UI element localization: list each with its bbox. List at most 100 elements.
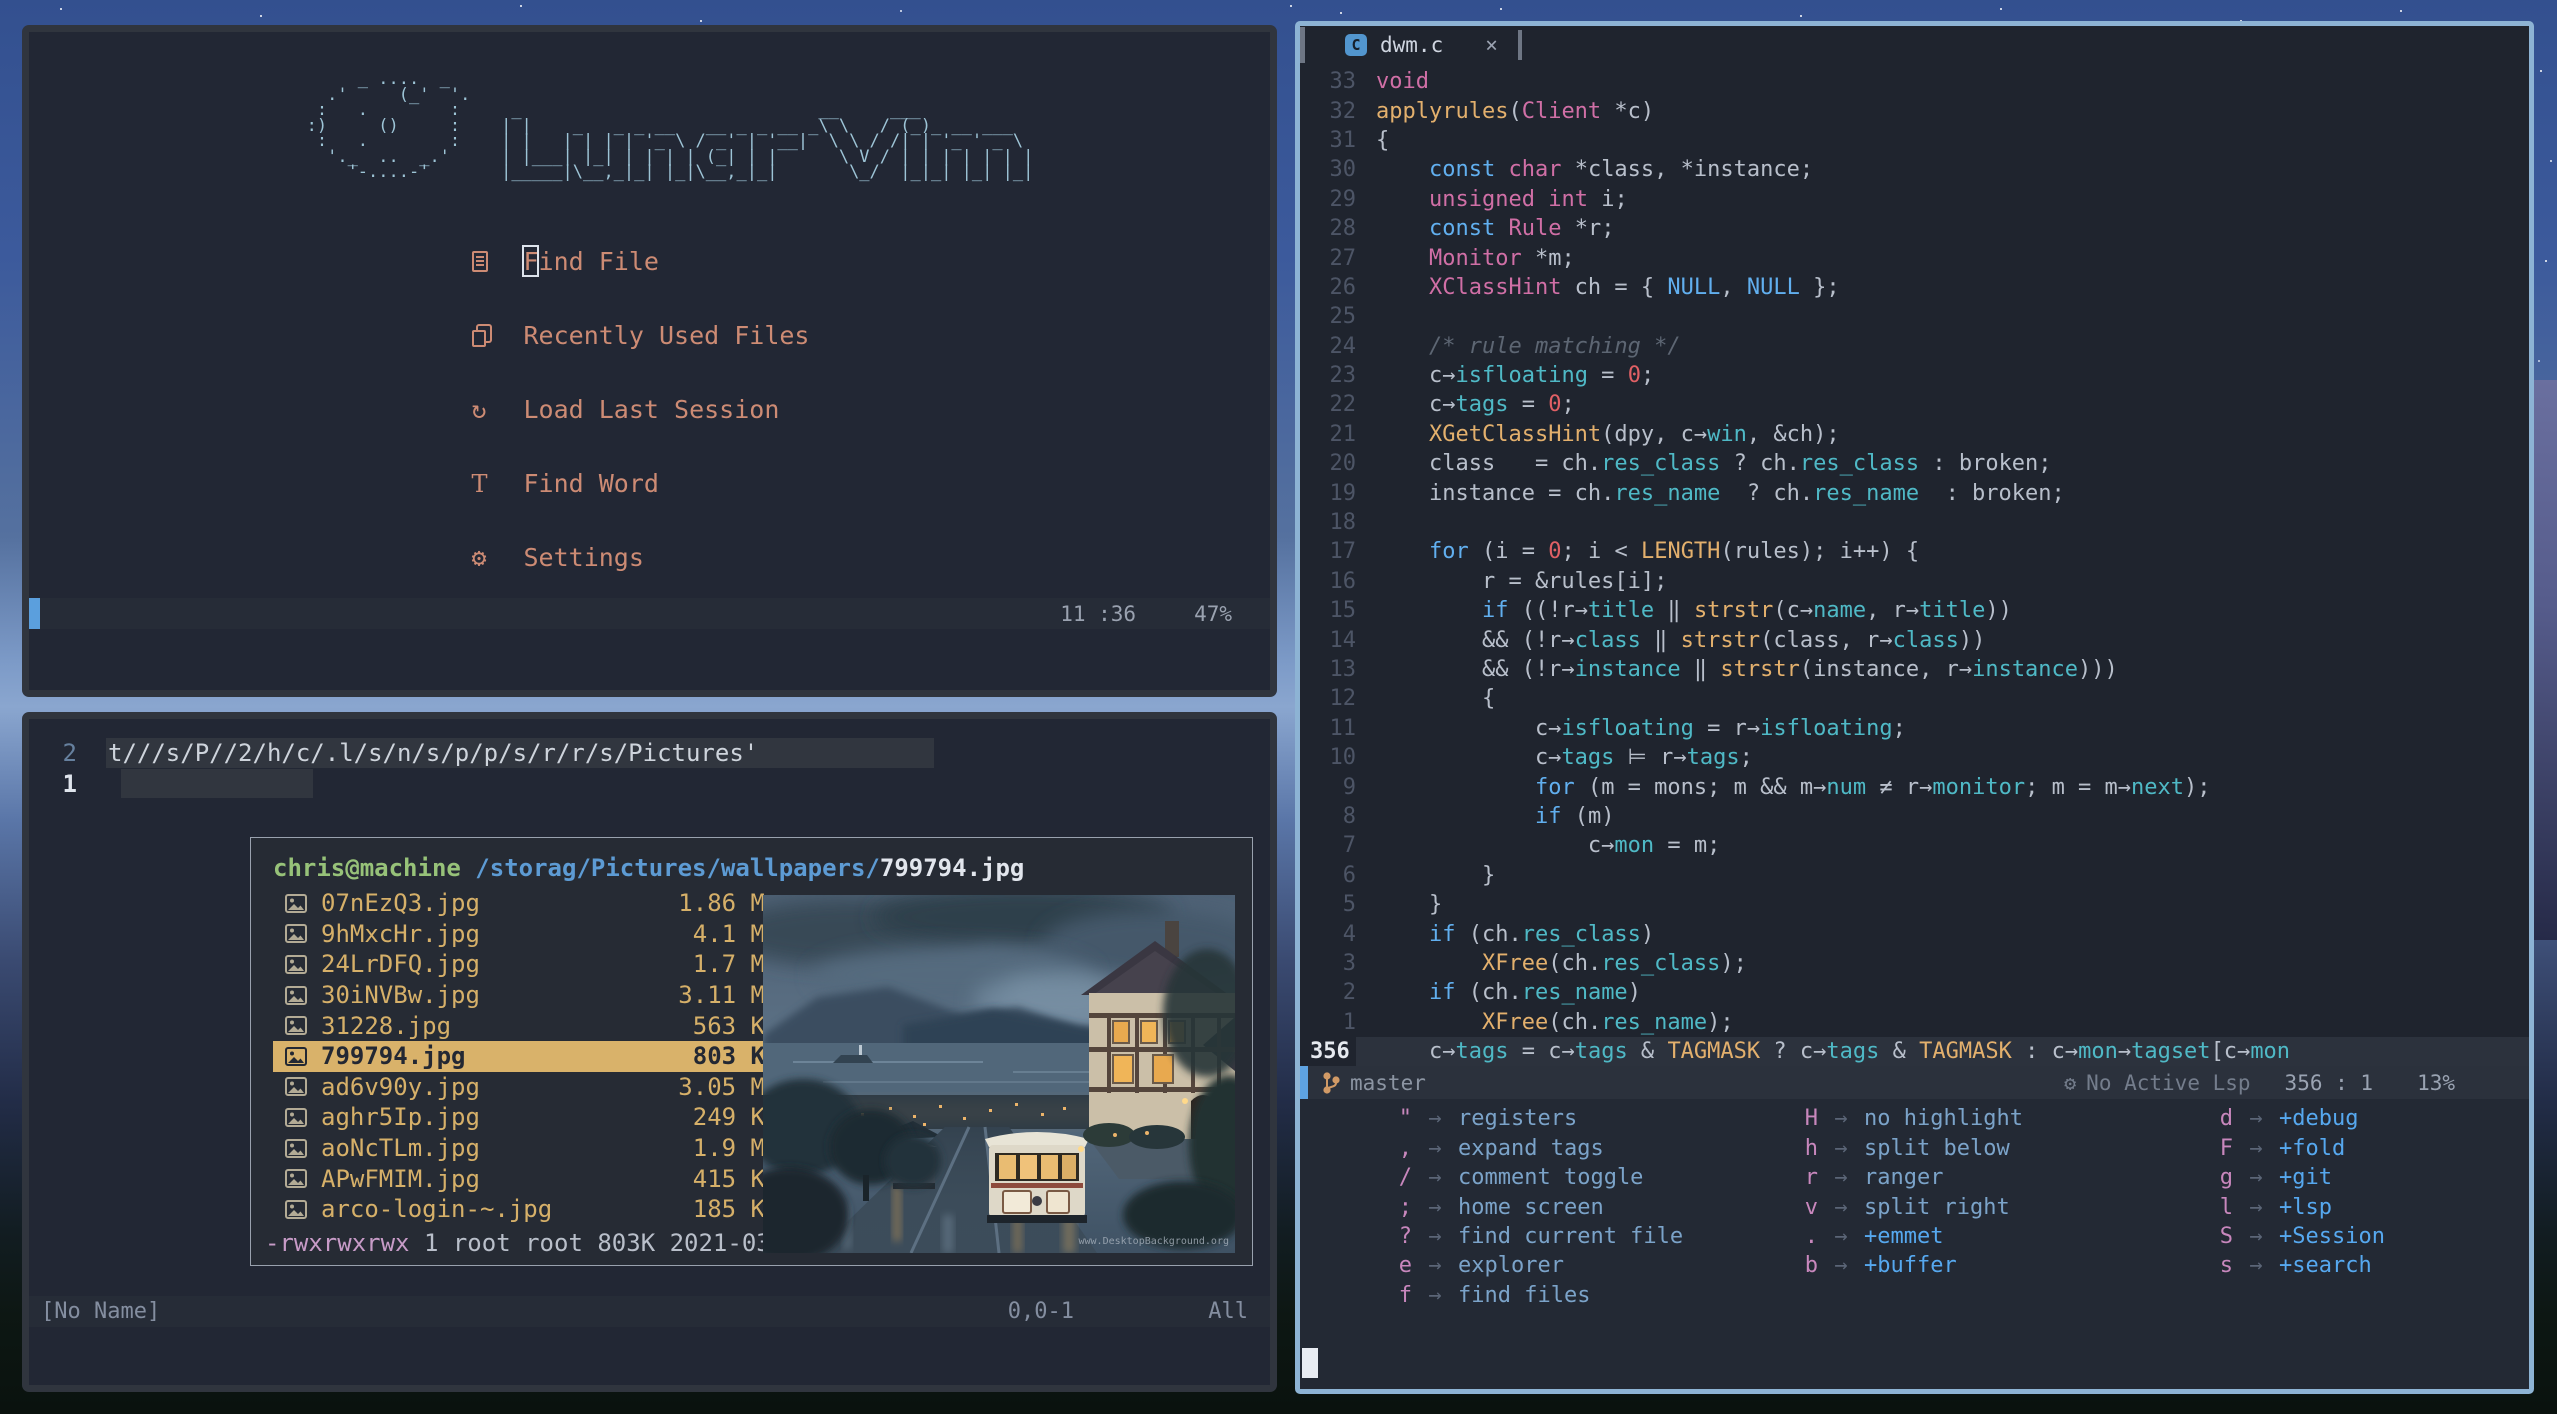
whichkey-binding[interactable]: h → split below <box>1742 1134 2023 1163</box>
whichkey-binding[interactable]: f → find files <box>1336 1281 1683 1310</box>
buffer-line-current[interactable]: 1 <box>29 768 1270 799</box>
close-icon[interactable]: × <box>1485 33 1498 57</box>
code-line[interactable]: 8 if (m) <box>1300 802 2529 831</box>
file-list-item[interactable]: 31228.jpg 563 K <box>273 1010 775 1041</box>
code-line[interactable]: 29 unsigned int i; <box>1300 185 2529 214</box>
code-line[interactable]: 30 const char *class, *instance; <box>1300 155 2529 184</box>
code-line[interactable]: 1 XFree (ch. res_name); <box>1300 1008 2529 1037</box>
whichkey-binding[interactable]: v → split right <box>1742 1192 2023 1221</box>
code-line[interactable]: 5 } <box>1300 890 2529 919</box>
code-line[interactable]: 18 <box>1300 508 2529 537</box>
whichkey-binding[interactable]: F → +fold <box>2157 1134 2385 1163</box>
code-line[interactable]: 7 c→ mon = m; <box>1300 831 2529 860</box>
whichkey-label: expand tags <box>1458 1135 1604 1161</box>
whichkey-binding[interactable]: ? → find current file <box>1336 1222 1683 1251</box>
file-list-item[interactable]: 30iNVBw.jpg 3.11 M <box>273 980 775 1011</box>
code-line[interactable]: 24 /* rule matching */ <box>1300 332 2529 361</box>
whichkey-binding[interactable]: S → +Session <box>2157 1222 2385 1251</box>
file-name: APwFMIM.jpg <box>321 1164 480 1193</box>
file-list-item[interactable]: aoNcTLm.jpg 1.9 M <box>273 1133 775 1164</box>
code-line[interactable]: 11 c→ isfloating = r→ isfloating; <box>1300 714 2529 743</box>
code-text: c→ tags = c→ tags & TAGMASK ? c→ tags & TAG… <box>1356 1036 2529 1067</box>
whichkey-key: e <box>1398 1253 1412 1279</box>
code-line[interactable]: 14 && (!r→ class ‖ strstr (class, r→ class)… <box>1300 625 2529 654</box>
file-list-item[interactable]: 9hMxcHr.jpg 4.1 M <box>273 919 775 950</box>
line-number: 7 <box>1342 833 1356 859</box>
whichkey-binding[interactable]: g → +git <box>2157 1163 2385 1192</box>
whichkey-binding[interactable]: b → +buffer <box>1742 1251 2023 1280</box>
directory-path: /storag/Pictures/wallpapers/ <box>475 854 880 882</box>
file-list-item[interactable]: aghr5Ip.jpg 249 K <box>273 1102 775 1133</box>
whichkey-binding[interactable]: l → +lsp <box>2157 1192 2385 1221</box>
code-line[interactable]: 10 c→ tags ⊨ r→ tags; <box>1300 743 2529 772</box>
line-number: 4 <box>1342 921 1356 947</box>
line-number: 2 <box>1342 980 1356 1006</box>
code-text: const Rule *r; <box>1428 216 1615 242</box>
file-list-item[interactable]: 799794.jpg 803 K <box>273 1040 775 1072</box>
code-editor-area[interactable]: 33 void 32 applyrules(Client *c) 31 { 30… <box>1300 64 2529 1067</box>
arrow-right-icon: → <box>1428 1224 1442 1250</box>
user-host: chris@machine <box>273 854 461 882</box>
line-number: 24 <box>1329 333 1357 359</box>
file-list-item[interactable]: 24LrDFQ.jpg 1.7 M <box>273 949 775 980</box>
desktop: _ .... _ .' (_' '. : . : _ __ ___ :) () … <box>0 0 2557 1414</box>
window-neovim-editor: C dwm.c × 33 void 32 applyrules(Client *… <box>1295 21 2534 1394</box>
whichkey-binding[interactable]: " → registers <box>1336 1104 1683 1133</box>
buffer-line[interactable]: 2 t///s/P//2/h/c/.l/s/n/s/p/p/s/r/r/s/Pi… <box>29 737 1270 768</box>
code-line[interactable]: 33 void <box>1300 67 2529 96</box>
whichkey-label: +Session <box>2279 1224 2385 1250</box>
current-filename: 799794.jpg <box>879 854 1025 882</box>
whichkey-binding[interactable]: d → +debug <box>2157 1104 2385 1133</box>
line-number: 19 <box>1329 480 1357 506</box>
code-line[interactable]: 6 } <box>1300 861 2529 890</box>
arrow-right-icon: → <box>2249 1165 2263 1191</box>
whichkey-binding[interactable]: . → +emmet <box>1742 1222 2023 1251</box>
whichkey-binding[interactable]: e → explorer <box>1336 1251 1683 1280</box>
code-line[interactable]: 25 <box>1300 302 2529 331</box>
code-line[interactable]: 26 XClassHint ch = { NULL, NULL }; <box>1300 273 2529 302</box>
code-line[interactable]: 23 c→ isfloating = 0; <box>1300 361 2529 390</box>
file-list-item[interactable]: arco-login-~.jpg 185 K <box>273 1194 775 1225</box>
code-line[interactable]: 2 if (ch. res_name) <box>1300 978 2529 1007</box>
code-text: } <box>1376 892 1443 918</box>
code-text: const char *class, *instance; <box>1428 157 1814 183</box>
code-line[interactable]: 19 instance = ch. res_name ? ch. res_name … <box>1300 478 2529 507</box>
whichkey-binding[interactable]: ; → home screen <box>1336 1192 1683 1221</box>
code-text: unsigned int i; <box>1428 186 1628 212</box>
code-line[interactable]: 13 && (!r→ instance ‖ strstr (instance, r→… <box>1300 655 2529 684</box>
menu-item-find-file[interactable]: Find File <box>471 244 828 277</box>
file-list-item[interactable]: ad6v90y.jpg 3.05 M <box>273 1072 775 1103</box>
whichkey-binding[interactable]: , → expand tags <box>1336 1134 1683 1163</box>
menu-item-load-last-session[interactable]: ↻ Load Last Session <box>472 395 828 425</box>
code-line[interactable]: 4 if (ch. res_class) <box>1300 919 2529 948</box>
code-line[interactable]: 15 if ((!r→ title ‖ strstr (c→ name, r→ titl… <box>1300 596 2529 625</box>
menu-item-recently-used-files[interactable]: Recently Used Files <box>471 321 828 351</box>
editor-statusline: master ⚙ No Active Lsp 356 : 1 13% <box>1300 1066 2529 1100</box>
whichkey-binding[interactable]: / → comment toggle <box>1336 1163 1683 1192</box>
cursor-position: 0,0-1 <box>1007 1299 1074 1324</box>
file-size: 1.9 M <box>692 1134 765 1163</box>
code-line[interactable]: 27 Monitor *m; <box>1300 243 2529 272</box>
whichkey-binding[interactable]: s → +search <box>2157 1251 2385 1280</box>
code-line[interactable]: 22 c→ tags = 0; <box>1300 390 2529 419</box>
whichkey-binding[interactable]: r → ranger <box>1742 1163 2023 1192</box>
menu-item-find-word[interactable]: T Find Word <box>472 469 828 499</box>
code-line[interactable]: 32 applyrules(Client *c) <box>1300 96 2529 125</box>
code-line[interactable]: 28 const Rule *r; <box>1300 214 2529 243</box>
code-line[interactable]: 31 { <box>1300 126 2529 155</box>
code-line[interactable]: 20 class = ch. res_class ? ch. res_class :… <box>1300 449 2529 478</box>
whichkey-binding[interactable]: H → no highlight <box>1742 1104 2023 1133</box>
code-line[interactable]: 9 for (m = mons; m && m→ num ≠ r→ monitor;… <box>1300 772 2529 801</box>
code-line[interactable]: 356 c→ tags = c→ tags & TAGMASK ? c→ tags &… <box>1300 1036 2529 1067</box>
code-line[interactable]: 3 XFree (ch. res_class); <box>1300 949 2529 978</box>
image-file-icon <box>285 1169 307 1189</box>
tab-dwm-c[interactable]: C dwm.c × <box>1345 33 1498 57</box>
code-line[interactable]: 21 XGetClassHint (dpy, c→ win, &ch); <box>1300 420 2529 449</box>
menu-item-settings[interactable]: ⚙ Settings <box>472 543 828 573</box>
whichkey-key: l <box>2219 1194 2233 1220</box>
code-line[interactable]: 17 for (i = 0; i < LENGTH (rules); i++) { <box>1300 537 2529 566</box>
code-line[interactable]: 16 r = &rules[i]; <box>1300 567 2529 596</box>
file-list-item[interactable]: 07nEzQ3.jpg 1.86 M <box>273 888 775 919</box>
file-list-item[interactable]: APwFMIM.jpg 415 K <box>273 1163 775 1194</box>
code-line[interactable]: 12 { <box>1300 684 2529 713</box>
